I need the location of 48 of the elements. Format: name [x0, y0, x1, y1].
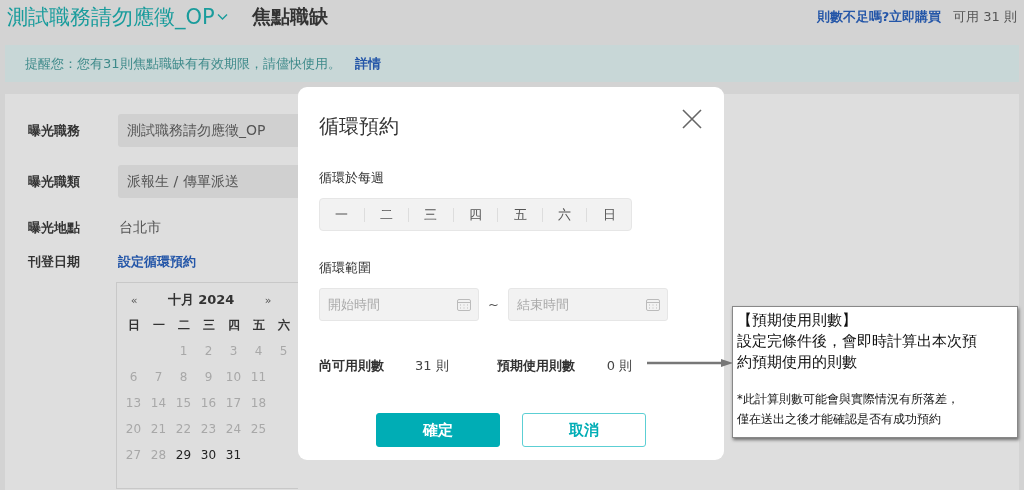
weekday-label: 六	[276, 317, 291, 334]
remaining-label: 尚可用則數	[319, 357, 385, 375]
next-month-button[interactable]: »	[255, 293, 281, 307]
weekday-toggle[interactable]: 日	[587, 199, 632, 230]
chevron-icon	[216, 13, 228, 21]
details-link[interactable]: 詳情	[354, 54, 381, 73]
dialog-title: 循環預約	[319, 113, 399, 140]
callout-note: *此計算則數可能會與實際情況有所落差，僅在送出之後才能確認是否有成功預約	[737, 391, 960, 428]
calendar-icon	[645, 298, 660, 311]
input-field[interactable]: 測試職務請勿應徵_OP	[118, 114, 298, 147]
available-count: 可用 31 則	[953, 8, 1017, 26]
weekday-label: 四	[226, 317, 241, 334]
weekday-toggle[interactable]: 二	[364, 199, 409, 230]
field-label: 曝光地點	[28, 219, 81, 237]
callout-text: 設定完條件後，會即時計算出本次預約預期使用的則數	[737, 331, 978, 373]
weekday-toggle[interactable]: 一	[320, 199, 364, 230]
input-field[interactable]: 派報生 / 傳單派送	[118, 165, 298, 198]
month-title: 十月 2024	[166, 291, 236, 309]
expected-count: 0 則	[606, 357, 633, 375]
weekday-label: 日	[126, 317, 141, 334]
range-separator: ~	[488, 297, 499, 312]
section-label: 循環於每週	[319, 169, 385, 187]
calendar-day[interactable]: 30	[196, 442, 221, 468]
recurring-link[interactable]: 設定循環預約	[118, 253, 196, 271]
notice-text: 提醒您：您有31則焦點職缺有有效期限，請儘快使用。	[25, 54, 341, 73]
field-label: 刊登日期	[28, 253, 81, 271]
weekday-label: 二	[176, 317, 191, 334]
weekday-toggle[interactable]: 四	[453, 199, 498, 230]
section-label: 循環範圍	[319, 259, 372, 277]
weekday-toggle[interactable]: 五	[498, 199, 542, 230]
close-icon[interactable]	[682, 109, 702, 129]
callout-title: 【預期使用則數】	[737, 310, 858, 331]
prev-month-button[interactable]: «	[121, 293, 147, 307]
field-label: 曝光職類	[28, 172, 81, 191]
calendar-day[interactable]: 29	[171, 442, 196, 468]
weekday-label: 三	[201, 317, 216, 334]
weekday-toggle[interactable]: 三	[409, 199, 453, 230]
field-value: 台北市	[118, 219, 161, 237]
calendar-icon	[457, 298, 471, 311]
calendar-day[interactable]: 31	[221, 442, 246, 468]
field-label: 曝光職務	[28, 121, 81, 140]
page-title: 焦點職缺	[251, 4, 328, 29]
weekday-label: 五	[251, 317, 266, 334]
remaining-count: 31 則	[415, 357, 449, 375]
buy-link[interactable]: 則數不足嗎?立即購買	[816, 8, 942, 26]
weekday-toggle[interactable]: 六	[542, 199, 587, 230]
weekday-label: 一	[151, 317, 166, 334]
expected-label: 預期使用則數	[496, 357, 576, 375]
